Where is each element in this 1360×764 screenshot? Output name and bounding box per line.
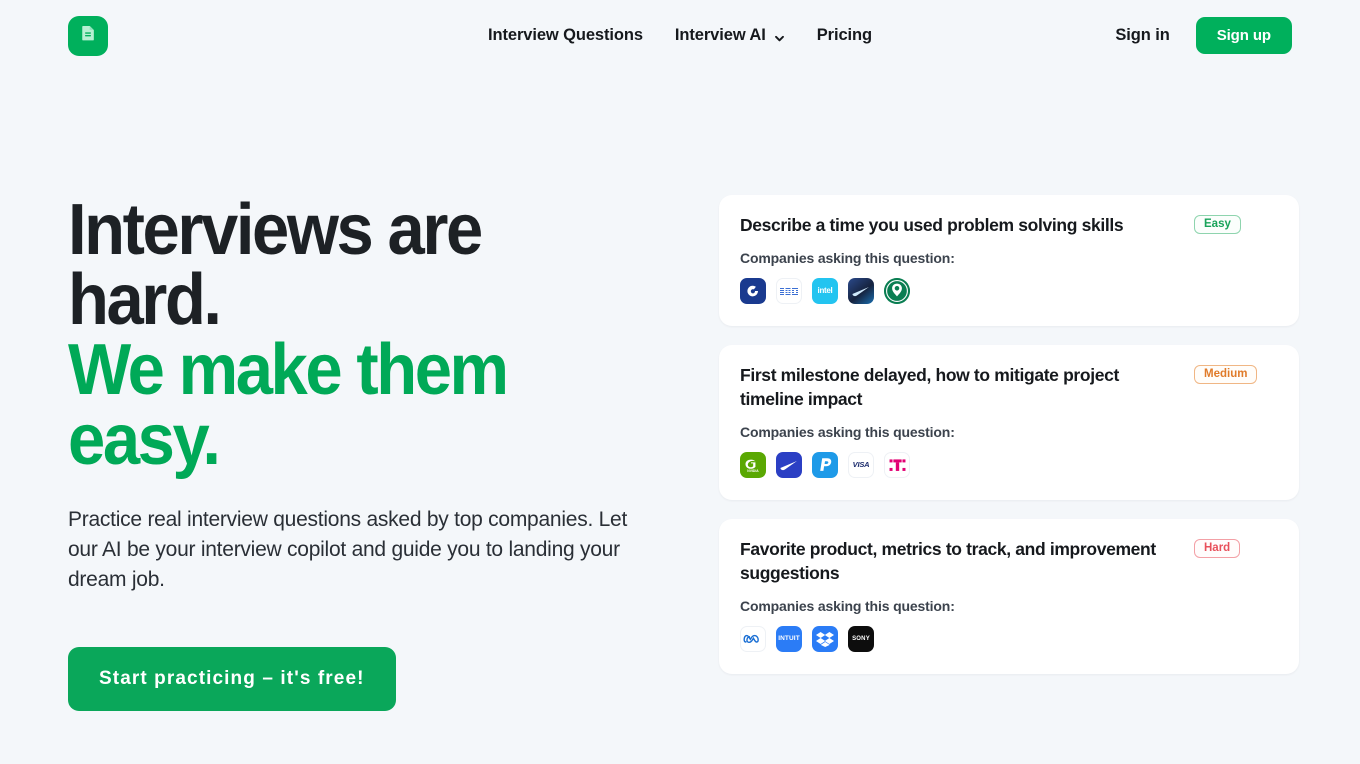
question-title: Describe a time you used problem solving… [740, 215, 1124, 235]
nav-label: Interview AI [674, 26, 766, 44]
nav-label: Pricing [816, 26, 872, 44]
question-title: First milestone delayed, how to mitigate… [740, 365, 1119, 409]
meta-logo [740, 626, 766, 652]
nav-item-interview-ai[interactable]: Interview AI [675, 26, 785, 45]
header-actions: Sign in Sign up [1115, 17, 1292, 54]
nav-item-interview-questions[interactable]: Interview Questions [488, 26, 643, 45]
question-card[interactable]: Favorite product, metrics to track, and … [719, 519, 1299, 674]
question-title: Favorite product, metrics to track, and … [740, 539, 1156, 583]
hero-subtitle: Practice real interview questions asked … [68, 508, 628, 591]
intel-logo: intel [812, 278, 838, 304]
difficulty-badge: Hard [1194, 539, 1241, 558]
nvidia-logo: NVIDIA [740, 452, 766, 478]
nike-logo [776, 452, 802, 478]
company-logo-row: NVIDIA VISA [740, 452, 1278, 478]
question-card[interactable]: Describe a time you used problem solving… [719, 195, 1299, 326]
hero-section: Interviews are hard. We make them easy. … [68, 71, 664, 711]
tmobile-logo [884, 452, 910, 478]
sign-in-link[interactable]: Sign in [1115, 26, 1169, 45]
difficulty-badge: Easy [1194, 215, 1241, 234]
nike-logo [848, 278, 874, 304]
card-header: Describe a time you used problem solving… [740, 213, 1278, 237]
nav-label: Interview Questions [488, 26, 643, 44]
capital-one-logo [740, 278, 766, 304]
paypal-logo [812, 452, 838, 478]
question-card[interactable]: First milestone delayed, how to mitigate… [719, 345, 1299, 500]
chevron-down-icon [774, 30, 785, 42]
visa-logo: VISA [848, 452, 874, 478]
ibm-logo [776, 278, 802, 304]
nav-item-pricing[interactable]: Pricing [817, 26, 872, 45]
start-practicing-button[interactable]: Start practicing – it's free! [68, 647, 396, 711]
sony-logo: SONY [848, 626, 874, 652]
main-content: Interviews are hard. We make them easy. … [0, 71, 1360, 711]
difficulty-badge: Medium [1194, 365, 1258, 384]
sign-up-button[interactable]: Sign up [1195, 17, 1292, 54]
starbucks-logo [884, 278, 910, 304]
companies-label: Companies asking this question: [740, 424, 955, 440]
headline-line-1: Interviews are hard. [68, 190, 483, 340]
question-card-list: Describe a time you used problem solving… [719, 71, 1299, 674]
page-title: Interviews are hard. We make them easy. [68, 194, 622, 480]
company-logo-row: INTUIT SONY [740, 626, 1278, 652]
site-header: Interview Questions Interview AI Pricing… [0, 0, 1360, 71]
intuit-logo: INTUIT [776, 626, 802, 652]
svg-text:NVIDIA: NVIDIA [747, 469, 759, 473]
document-logo-icon [78, 23, 98, 48]
card-header: First milestone delayed, how to mitigate… [740, 363, 1278, 411]
company-logo-row: intel [740, 278, 1278, 304]
companies-label: Companies asking this question: [740, 598, 955, 614]
dropbox-logo [812, 626, 838, 652]
companies-label: Companies asking this question: [740, 250, 955, 266]
brand-logo[interactable] [68, 15, 108, 56]
headline-line-2: We make them easy. [68, 330, 509, 480]
card-header: Favorite product, metrics to track, and … [740, 537, 1278, 585]
